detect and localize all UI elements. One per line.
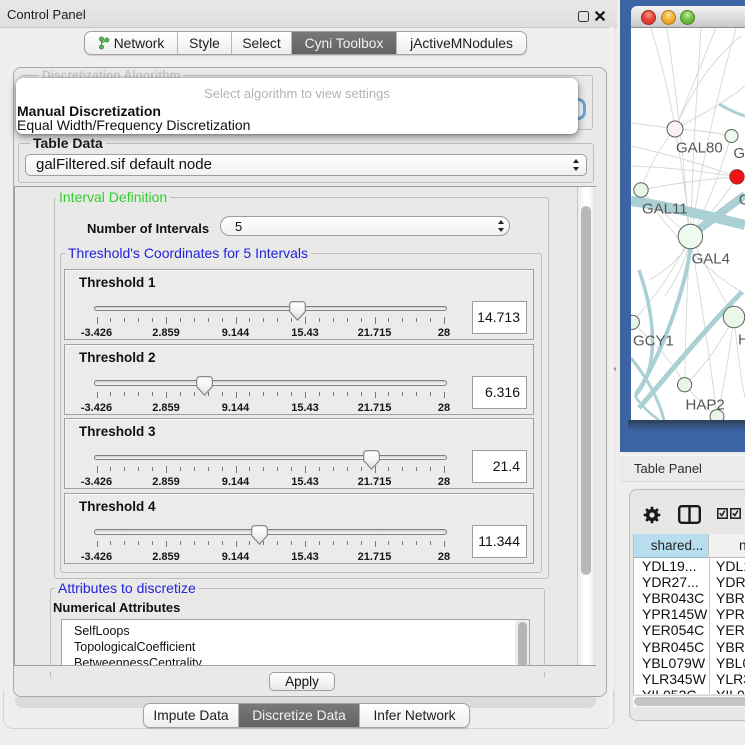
svg-text:GCY1: GCY1 [633, 333, 674, 350]
svg-text:GAL4: GAL4 [692, 251, 730, 268]
svg-text:HI: HI [738, 332, 745, 349]
svg-text:HAP2: HAP2 [686, 397, 725, 414]
svg-text:GAL11: GAL11 [642, 201, 688, 218]
svg-text:GA: GA [739, 192, 745, 209]
svg-text:GAL80: GAL80 [676, 140, 723, 157]
svg-text:GA: GA [733, 145, 745, 162]
